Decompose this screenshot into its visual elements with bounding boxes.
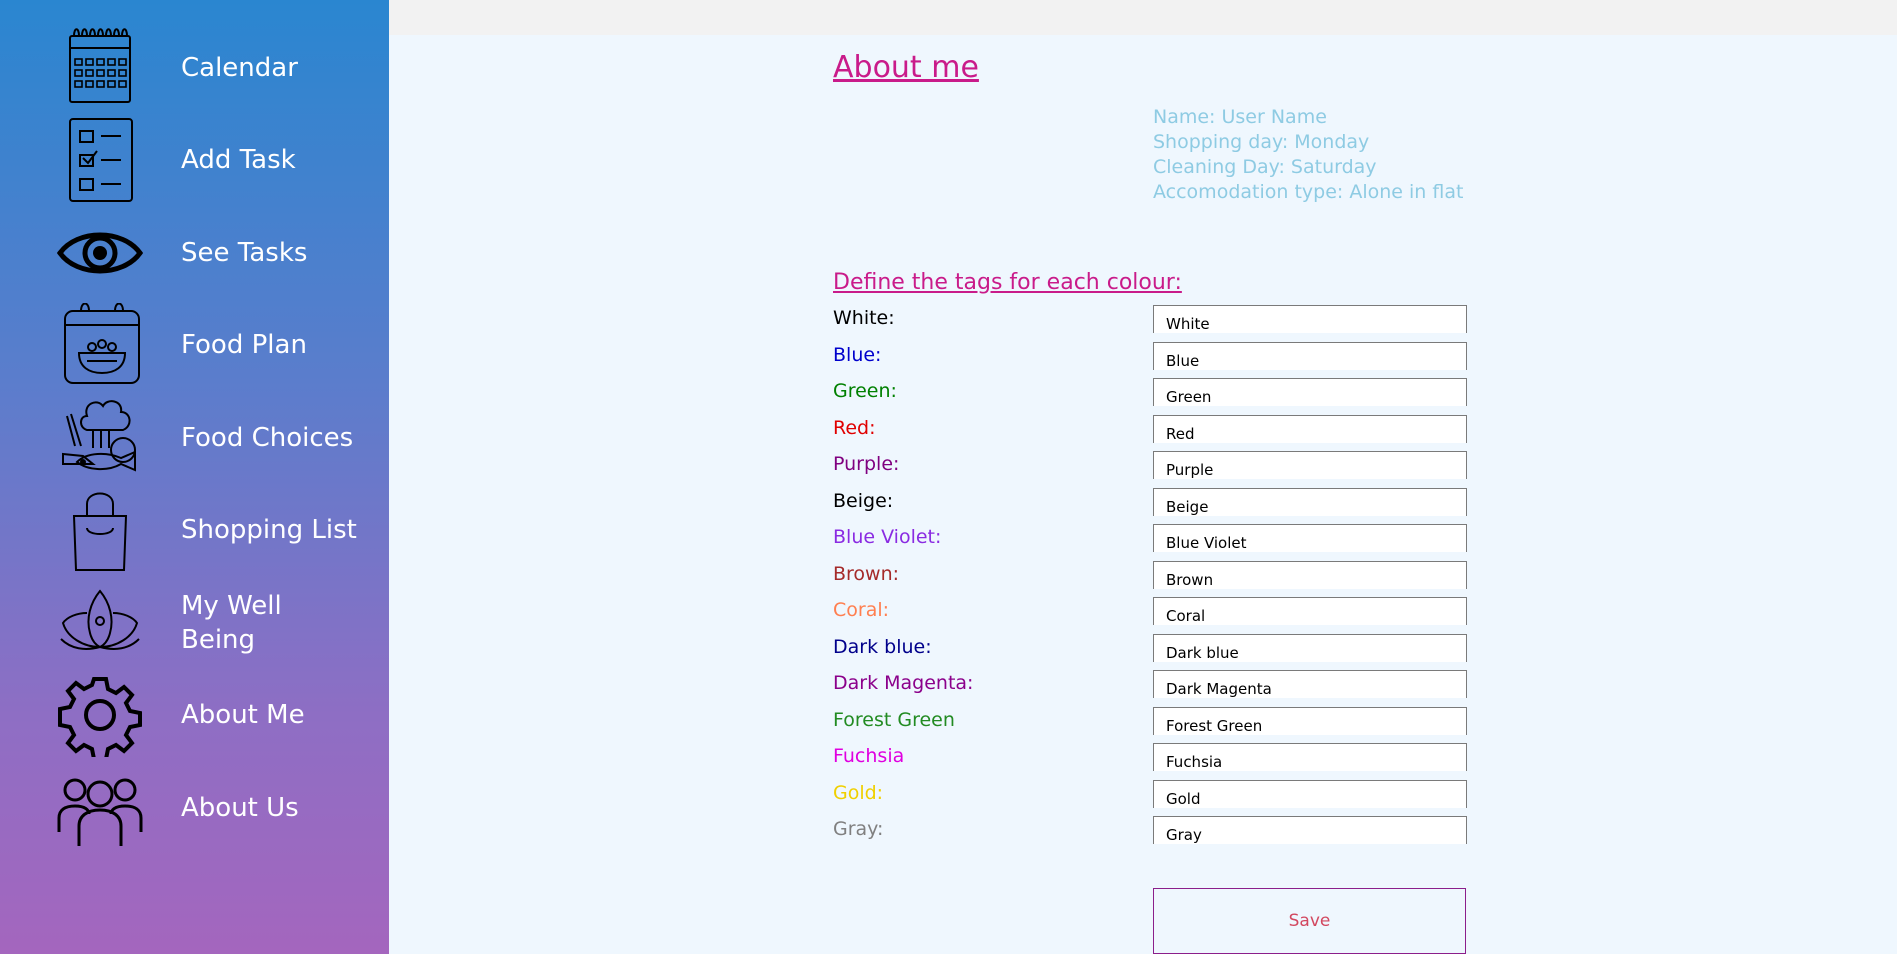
info-cleaning-day: Cleaning Day: Saturday bbox=[1153, 156, 1377, 178]
tag-label: Gray: bbox=[833, 818, 884, 840]
tag-label: White: bbox=[833, 307, 895, 329]
main-content bbox=[389, 35, 1897, 954]
tag-label: Blue Violet: bbox=[833, 526, 942, 548]
sidebar-item-label: Food Plan bbox=[181, 330, 307, 360]
sidebar-item-label: See Tasks bbox=[181, 238, 308, 268]
tag-label: Dark Magenta: bbox=[833, 672, 974, 694]
title-bar bbox=[389, 0, 1897, 35]
sidebar-item-about-me[interactable]: About Me bbox=[0, 673, 389, 757]
tag-label: Blue: bbox=[833, 344, 882, 366]
save-button[interactable]: Save bbox=[1153, 888, 1466, 954]
shopping-bag-icon bbox=[55, 488, 145, 572]
tag-input[interactable] bbox=[1153, 342, 1467, 370]
sidebar-item-label: My Well Being bbox=[181, 591, 282, 655]
tag-label: Gold: bbox=[833, 782, 884, 804]
tags-heading: Define the tags for each colour: bbox=[833, 270, 1182, 295]
tag-input[interactable] bbox=[1153, 378, 1467, 406]
sidebar-item-add-task[interactable]: Add Task bbox=[0, 118, 389, 202]
tag-label: Brown: bbox=[833, 563, 900, 585]
tag-input[interactable] bbox=[1153, 670, 1467, 698]
tag-input[interactable] bbox=[1153, 524, 1467, 552]
sidebar-item-label: Add Task bbox=[181, 145, 296, 175]
food-choices-icon bbox=[55, 396, 145, 480]
tag-input[interactable] bbox=[1153, 780, 1467, 808]
tag-label: Dark blue: bbox=[833, 636, 932, 658]
calendar-icon bbox=[55, 26, 145, 110]
sidebar-item-shopping-list[interactable]: Shopping List bbox=[0, 488, 389, 572]
info-accommodation: Accomodation type: Alone in flat bbox=[1153, 181, 1464, 203]
eye-icon bbox=[55, 211, 145, 295]
tag-input[interactable] bbox=[1153, 707, 1467, 735]
tag-label: Fuchsia bbox=[833, 745, 905, 767]
sidebar-item-see-tasks[interactable]: See Tasks bbox=[0, 211, 389, 295]
sidebar-item-label: About Us bbox=[181, 793, 299, 823]
sidebar-item-label: Calendar bbox=[181, 53, 298, 83]
tag-input[interactable] bbox=[1153, 451, 1467, 479]
tag-input[interactable] bbox=[1153, 816, 1467, 844]
tag-input[interactable] bbox=[1153, 743, 1467, 771]
checklist-icon bbox=[55, 118, 145, 202]
tag-label: Beige: bbox=[833, 490, 894, 512]
sidebar-item-label: Shopping List bbox=[181, 515, 357, 545]
tag-label: Purple: bbox=[833, 453, 900, 475]
tag-label: Coral: bbox=[833, 599, 890, 621]
sidebar-item-label: Food Choices bbox=[181, 423, 354, 453]
tag-label: Red: bbox=[833, 417, 876, 439]
tag-input[interactable] bbox=[1153, 634, 1467, 662]
sidebar-item-about-us[interactable]: About Us bbox=[0, 766, 389, 850]
info-shopping-day: Shopping day: Monday bbox=[1153, 131, 1370, 153]
info-name: Name: User Name bbox=[1153, 106, 1327, 128]
tag-label: Green: bbox=[833, 380, 897, 402]
page-title: About me bbox=[833, 50, 979, 85]
sidebar-item-label: About Me bbox=[181, 700, 305, 730]
tag-input[interactable] bbox=[1153, 561, 1467, 589]
sidebar-item-calendar[interactable]: Calendar bbox=[0, 26, 389, 110]
lotus-icon bbox=[55, 581, 145, 665]
sidebar-item-food-choices[interactable]: Food Choices bbox=[0, 396, 389, 480]
tag-input[interactable] bbox=[1153, 597, 1467, 625]
sidebar-item-my-well-being[interactable]: My Well Being bbox=[0, 581, 389, 665]
tag-input[interactable] bbox=[1153, 305, 1467, 333]
people-icon bbox=[55, 766, 145, 850]
sidebar: Calendar Add Task See Tasks Food Plan Fo… bbox=[0, 0, 389, 954]
tag-input[interactable] bbox=[1153, 488, 1467, 516]
tag-input[interactable] bbox=[1153, 415, 1467, 443]
gear-icon bbox=[55, 673, 145, 757]
sidebar-item-food-plan[interactable]: Food Plan bbox=[0, 303, 389, 387]
food-plan-icon bbox=[55, 303, 145, 387]
tag-label: Forest Green bbox=[833, 709, 955, 731]
